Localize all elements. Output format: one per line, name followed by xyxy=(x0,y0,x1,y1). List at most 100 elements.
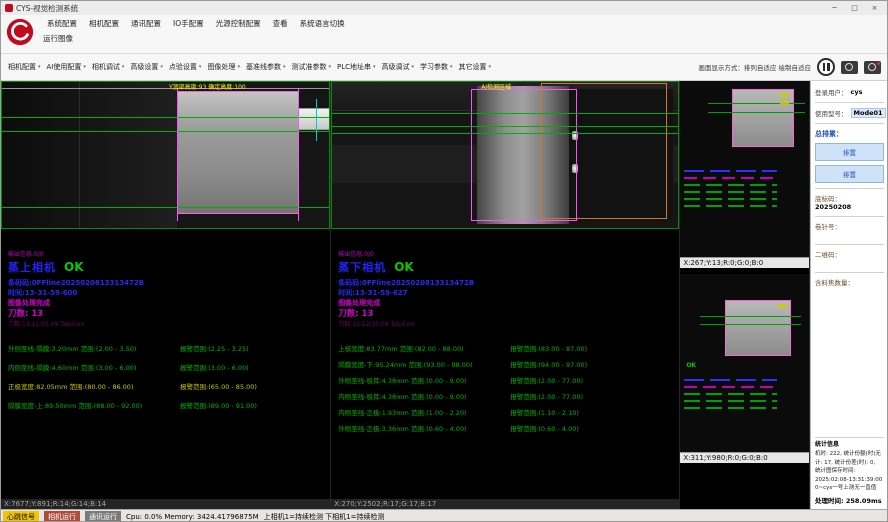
pixel-coords-bottom: X:270;Y:2502;R:17;G:17;B:17 xyxy=(331,498,679,509)
preview-image-top xyxy=(680,81,809,257)
overlay-hline xyxy=(331,133,679,134)
overlay-line xyxy=(684,170,777,172)
overlay-vline xyxy=(177,89,178,221)
close-button[interactable]: × xyxy=(866,2,883,14)
overlay-hline xyxy=(1,207,330,208)
tool-label: 基准线参数 xyxy=(246,62,281,72)
maximize-icon: □ xyxy=(851,4,858,12)
status-badge: OK xyxy=(64,260,84,274)
main-area: Y顶部高度:93 确定高度:100 输出信息:0/0 蒸上相机 OK 条码码:0… xyxy=(1,81,887,509)
tool-camera-debug[interactable]: 相机调试▾ xyxy=(89,60,128,74)
alarm-range-text: 报警范围:(0.60 - 4.00) xyxy=(510,423,672,433)
knife-count: 刀数: 13 xyxy=(338,308,672,320)
pause-icon xyxy=(823,63,826,71)
coords-text: X:270;Y:2502;R:17;G:17;B:17 xyxy=(334,500,436,508)
coords-text: X:311;Y:980;R:0;G:0;B:0 xyxy=(683,454,767,462)
tool-advanced-debug[interactable]: 高级调试▾ xyxy=(379,60,418,74)
alarm-range-text: 报警范围:(2.25 - 3.25) xyxy=(180,343,323,353)
tool-advanced-settings[interactable]: 高级设置▾ xyxy=(127,60,166,74)
chevron-down-icon: ▾ xyxy=(489,64,492,70)
menu-item-light-config[interactable]: 光源控制配置 xyxy=(210,18,267,29)
coords-text: X:7677;Y:891;R:14;G:14;B:14 xyxy=(4,500,106,508)
overlay-line xyxy=(684,177,777,179)
base-code-label: 底标码： xyxy=(815,193,884,203)
time-text: 时间:13-31-59-600 xyxy=(8,288,323,298)
overlay-line xyxy=(684,407,777,409)
lens-icon xyxy=(845,63,853,71)
preview-top[interactable]: X:267;Y:13;R:0;G:0;B:0 xyxy=(680,81,809,268)
camera-view-bottom[interactable]: AI检测区域 xyxy=(331,81,679,229)
chevron-down-icon: ▾ xyxy=(328,64,331,70)
lens-icon xyxy=(868,63,876,71)
statistics-panel: 统计信息 机时: 222, 统计份额(时)无 计: 17, 统计份差(时): 0… xyxy=(815,437,884,506)
alarm-range-text: 报警范围:(94.00 - 97.00) xyxy=(510,359,672,369)
overlay-hline xyxy=(700,316,801,317)
mini-ok-label: OK xyxy=(686,362,696,369)
tool-label: 高级设置 xyxy=(130,62,158,72)
overlay-hline xyxy=(708,112,805,113)
tool-ai-config[interactable]: AI使用配置▾ xyxy=(44,60,89,74)
chevron-down-icon: ▾ xyxy=(412,64,415,70)
material-count-label: 含料焦数量： xyxy=(815,277,884,287)
tool-image-process[interactable]: 图像处理▾ xyxy=(204,60,243,74)
barcode-text: 条码码:0FFline2025020813313472B xyxy=(338,278,672,288)
ai-region-label: AI检测区域 xyxy=(481,82,511,91)
process-done-text: 图像处理完成 xyxy=(338,298,672,308)
camera-top-icon[interactable] xyxy=(841,61,858,74)
minimize-button[interactable]: ─ xyxy=(826,2,843,14)
tool-spot-check[interactable]: 点验设置▾ xyxy=(166,60,205,74)
chevron-down-icon: ▾ xyxy=(450,64,453,70)
tool-learn-params[interactable]: 学习参数▾ xyxy=(417,60,456,74)
coords-text: X:267;Y:13;R:0;G:0;B:0 xyxy=(683,259,763,267)
minimize-icon: ─ xyxy=(832,4,836,12)
camera-panel-top: Y顶部高度:93 确定高度:100 输出信息:0/0 蒸上相机 OK 条码码:0… xyxy=(1,81,331,509)
tool-label: AI使用配置 xyxy=(47,62,82,72)
brand-logo-icon xyxy=(6,18,34,46)
pixel-coords-preview-top: X:267;Y:13;R:0;G:0;B:0 xyxy=(680,257,809,268)
measurement-row: 上枝宽度:83.77mm 范围:(82.00 - 88.00)报警范围:(83.… xyxy=(338,343,672,353)
overlay-line xyxy=(684,386,777,388)
tool-camera-config[interactable]: 相机配置▾ xyxy=(5,60,44,74)
pause-button[interactable] xyxy=(817,58,835,76)
camera-bottom-icon[interactable] xyxy=(864,61,881,74)
menu-item-camera-config[interactable]: 相机配置 xyxy=(83,18,125,29)
statistics-header: 统计信息 xyxy=(815,440,884,449)
divider xyxy=(815,244,884,245)
tool-plc-address[interactable]: PLC地址串▾ xyxy=(334,60,379,74)
measurement-row: 隔膜宽度-上:89.50mm 范围:(88.00 - 92.00)报警范围:(8… xyxy=(8,400,323,410)
tool-other-settings[interactable]: 其它设置▾ xyxy=(456,60,495,74)
alarm-range-text: 报警范围:(89.00 - 91.00) xyxy=(180,400,323,410)
measurement-text: 隔膜宽度-下:95.24mm 范围:(93.00 - 98.00) xyxy=(338,359,510,369)
measurement-list: 上枝宽度:83.77mm 范围:(82.00 - 88.00)报警范围:(83.… xyxy=(338,343,672,433)
chevron-down-icon: ▾ xyxy=(122,64,125,70)
alarm-range-text: 报警范围:(2.00 - 77.00) xyxy=(510,391,672,401)
menu-item-io-config[interactable]: IO手配置 xyxy=(167,18,210,29)
chevron-down-icon: ▾ xyxy=(83,64,86,70)
menu-item-comm-config[interactable]: 通讯配置 xyxy=(125,18,167,29)
measurement-text: 隔膜宽度-上:89.50mm 范围:(88.00 - 92.00) xyxy=(8,400,180,410)
measurement-text: 内侧至线-极耳:4.38mm 范围:(0.00 - 9.00) xyxy=(338,391,510,401)
height-overlay-label: Y顶部高度:93 确定高度:100 xyxy=(169,82,246,91)
tool-label: 图像处理 xyxy=(207,62,235,72)
pixel-coords-preview-bottom: X:311;Y:980;R:0;G:0;B:0 xyxy=(680,452,809,463)
status-chip[interactable]: 排置 xyxy=(815,165,884,183)
tab-run-image[interactable]: 运行图像 xyxy=(43,33,73,44)
product-region xyxy=(177,91,299,214)
preview-bottom[interactable]: OK X:311;Y:980;R:0;G:0;B:0 xyxy=(680,274,809,463)
statistics-line: 计: 17, 统计份差(时): 0, xyxy=(815,459,884,468)
sidebar: 登录用户： cys 使用型号： Mode01 总排累： 排置 排置 底标码： 2… xyxy=(810,81,887,509)
menu-item-system-config[interactable]: 系统配置 xyxy=(41,18,83,29)
overlay-hline xyxy=(331,113,679,114)
menu-item-view[interactable]: 查看 xyxy=(267,18,294,29)
tool-test-params[interactable]: 测试准参数▾ xyxy=(288,60,334,74)
camera-view-top[interactable]: Y顶部高度:93 确定高度:100 xyxy=(1,81,330,229)
base-code-value: 20250208 xyxy=(815,203,884,211)
maximize-button[interactable]: □ xyxy=(846,2,863,14)
total-label: 总排累： xyxy=(815,127,884,141)
overlay-line xyxy=(684,184,777,186)
tool-baseline-params[interactable]: 基准线参数▾ xyxy=(243,60,289,74)
tool-label: 相机调试 xyxy=(92,62,120,72)
close-icon: × xyxy=(872,4,878,12)
status-chip[interactable]: 排置 xyxy=(815,143,884,161)
menu-item-language-switch[interactable]: 系统语言切换 xyxy=(294,18,351,29)
